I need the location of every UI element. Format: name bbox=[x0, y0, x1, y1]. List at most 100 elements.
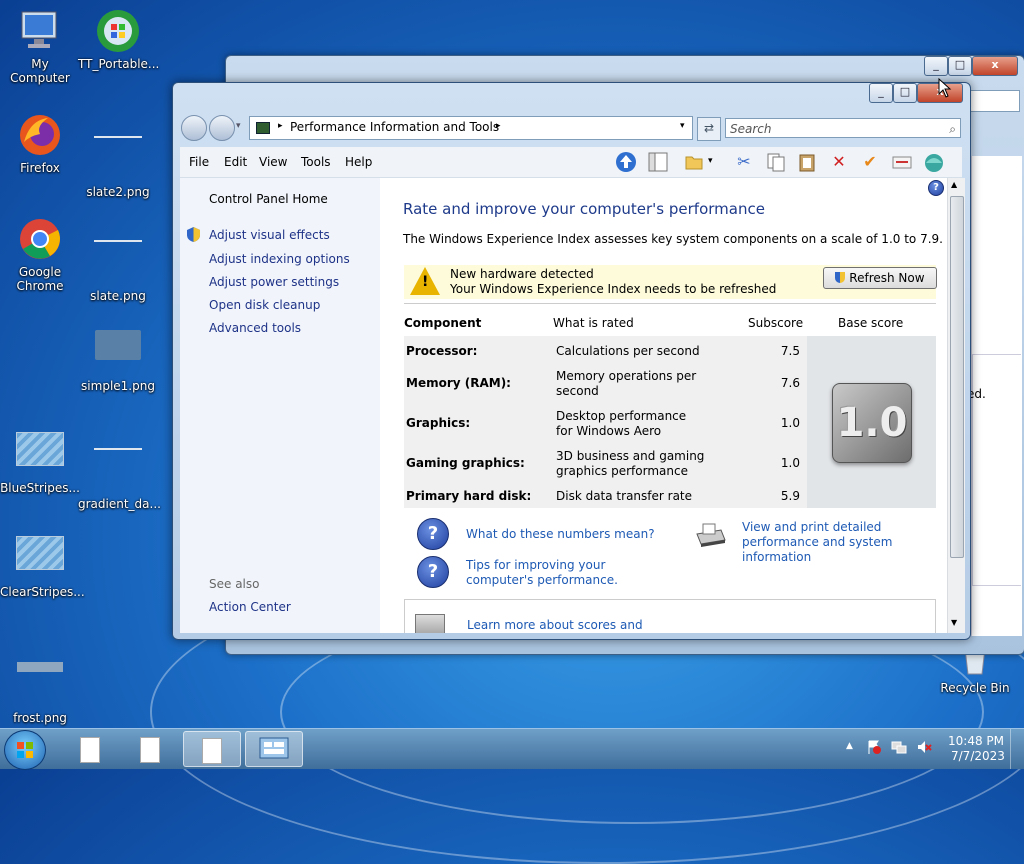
row-subscore: 5.9 bbox=[780, 489, 800, 503]
desktop-icon-label: TT_Portable... bbox=[78, 57, 160, 71]
desktop-icon-frost[interactable]: frost.png bbox=[0, 632, 80, 725]
back-close-button[interactable]: x bbox=[972, 56, 1018, 76]
desktop-icon-chrome[interactable]: Google Chrome bbox=[0, 216, 80, 293]
scroll-down-icon[interactable]: ▼ bbox=[951, 618, 957, 627]
volume-muted-icon[interactable] bbox=[916, 739, 932, 758]
menu-tools[interactable]: Tools bbox=[301, 155, 331, 169]
delete-icon[interactable]: ✕ bbox=[828, 151, 850, 173]
desktop-icon-label: Recycle Bin bbox=[940, 681, 1010, 695]
properties-icon[interactable] bbox=[891, 151, 913, 173]
row-component: Primary hard disk: bbox=[406, 489, 532, 503]
performance-window[interactable]: _ □ x ▾ ▸ Performance Information and To… bbox=[172, 82, 971, 640]
breadcrumb-separator-icon[interactable]: ▸ bbox=[278, 121, 283, 131]
clock-time[interactable]: 10:48 PM bbox=[948, 734, 1004, 748]
refresh-now-button[interactable]: Refresh Now bbox=[823, 267, 937, 289]
desktop-icon-firefox[interactable]: Firefox bbox=[0, 112, 80, 175]
recent-pages-chevron-icon[interactable]: ▾ bbox=[236, 121, 241, 131]
desktop-icon-tt-portable[interactable]: TT_Portable... bbox=[78, 8, 160, 71]
taskbar-item-performance[interactable] bbox=[245, 731, 303, 767]
desktop-icon-label: simple1.png bbox=[81, 379, 155, 393]
shield-icon bbox=[835, 272, 846, 283]
tips-link[interactable]: Tips for improving your computer's perfo… bbox=[466, 558, 676, 588]
alert-line2: Your Windows Experience Index needs to b… bbox=[450, 282, 777, 296]
start-button[interactable] bbox=[4, 730, 46, 770]
image-file-icon bbox=[16, 662, 64, 708]
views-dropdown-icon[interactable]: ▾ bbox=[708, 156, 713, 166]
desktop-icon-clearstripes[interactable]: ClearStripes... bbox=[0, 528, 85, 599]
adjust-indexing-options-link[interactable]: Adjust indexing options bbox=[209, 252, 350, 266]
search-icon: ⌕ bbox=[949, 122, 956, 136]
help-icon[interactable]: ? bbox=[928, 180, 944, 196]
up-arrow-icon[interactable] bbox=[615, 151, 637, 173]
advanced-tools-link[interactable]: Advanced tools bbox=[209, 321, 301, 335]
maximize-button[interactable]: □ bbox=[893, 83, 917, 103]
menu-file[interactable]: File bbox=[189, 155, 209, 169]
vertical-scrollbar[interactable]: ▲ ▼ bbox=[947, 178, 965, 633]
taskbar-item-document[interactable] bbox=[183, 731, 241, 767]
desktop-icon-simple1[interactable]: simple1.png bbox=[78, 320, 158, 393]
learn-more-link[interactable]: Learn more about scores and bbox=[467, 618, 643, 633]
image-file-icon bbox=[94, 330, 142, 376]
help-question-icon: ? bbox=[417, 518, 449, 550]
checkmark-icon[interactable]: ✔ bbox=[859, 151, 881, 173]
document-icon bbox=[140, 737, 160, 763]
panes-icon[interactable] bbox=[647, 151, 669, 173]
desktop-icon-gradient[interactable]: gradient_da... bbox=[78, 424, 161, 511]
shell-icon[interactable] bbox=[923, 151, 945, 173]
scroll-up-icon[interactable]: ▲ bbox=[951, 180, 957, 189]
see-also-title: See also bbox=[209, 577, 260, 591]
image-file-icon bbox=[94, 240, 142, 286]
menu-help[interactable]: Help bbox=[345, 155, 372, 169]
cut-icon[interactable]: ✂ bbox=[733, 151, 755, 173]
desktop-icon-label: slate.png bbox=[90, 289, 146, 303]
copy-icon[interactable] bbox=[765, 151, 787, 173]
forward-nav-button[interactable] bbox=[209, 115, 235, 141]
taskbar-item-document[interactable] bbox=[122, 731, 178, 765]
folder-options-icon[interactable] bbox=[683, 151, 705, 173]
desktop-icon-slate[interactable]: slate.png bbox=[78, 216, 158, 303]
show-desktop-button[interactable] bbox=[1010, 729, 1024, 769]
address-bar[interactable]: ▸ Performance Information and Tools ▸ ▾ bbox=[249, 116, 693, 140]
warning-exclamation: ! bbox=[422, 274, 429, 290]
taskbar-item-document[interactable] bbox=[62, 731, 118, 765]
clock-date[interactable]: 7/7/2023 bbox=[951, 749, 1005, 763]
show-hidden-icons-icon[interactable]: ▲ bbox=[846, 741, 853, 751]
action-center-link[interactable]: Action Center bbox=[209, 600, 291, 614]
open-disk-cleanup-link[interactable]: Open disk cleanup bbox=[209, 298, 320, 312]
learn-more-icon bbox=[415, 614, 445, 633]
refresh-icon[interactable]: ⇄ bbox=[697, 117, 721, 141]
base-score-badge: 1.0 bbox=[832, 383, 912, 463]
menu-bar: File Edit View Tools Help ▾ ✂ ✕ ✔ bbox=[180, 147, 962, 178]
paste-icon[interactable] bbox=[796, 151, 818, 173]
address-dropdown-icon[interactable]: ▾ bbox=[680, 121, 685, 131]
desktop-icon-label: My Computer bbox=[10, 57, 70, 85]
breadcrumb[interactable]: Performance Information and Tools bbox=[290, 120, 499, 134]
network-icon[interactable] bbox=[891, 739, 907, 758]
row-rated: Calculations per second bbox=[556, 344, 700, 358]
back-maximize-button[interactable]: □ bbox=[948, 56, 972, 76]
search-input[interactable]: Search ⌕ bbox=[725, 118, 961, 138]
minimize-button[interactable]: _ bbox=[869, 83, 893, 103]
desktop-icon-label: Google Chrome bbox=[16, 265, 64, 293]
desktop-icon-bluestripes[interactable]: BlueStripes... bbox=[0, 424, 80, 495]
scrollbar-thumb[interactable] bbox=[950, 196, 964, 558]
back-search-box[interactable] bbox=[966, 90, 1020, 112]
desktop-icon-slate2[interactable]: slate2.png bbox=[78, 112, 158, 199]
adjust-power-settings-link[interactable]: Adjust power settings bbox=[209, 275, 339, 289]
taskbar: ▲ 10:48 PM 7/7/2023 bbox=[0, 728, 1024, 770]
desktop-icon-my-computer[interactable]: My Computer bbox=[0, 8, 80, 85]
windows-logo-icon bbox=[17, 742, 33, 758]
document-icon bbox=[202, 738, 222, 764]
header-base: Base score bbox=[838, 316, 904, 330]
print-details-link[interactable]: View and print detailed performance and … bbox=[742, 520, 942, 565]
adjust-visual-effects-link[interactable]: Adjust visual effects bbox=[209, 228, 330, 242]
numbers-link[interactable]: What do these numbers mean? bbox=[466, 527, 655, 542]
action-center-flag-icon[interactable] bbox=[866, 739, 882, 758]
back-minimize-button[interactable]: _ bbox=[924, 56, 948, 76]
breadcrumb-chevron-icon[interactable]: ▸ bbox=[496, 121, 501, 131]
menu-edit[interactable]: Edit bbox=[224, 155, 247, 169]
row-subscore: 1.0 bbox=[780, 456, 800, 470]
menu-view[interactable]: View bbox=[259, 155, 287, 169]
back-nav-button[interactable] bbox=[181, 115, 207, 141]
control-panel-home-link[interactable]: Control Panel Home bbox=[209, 192, 328, 206]
